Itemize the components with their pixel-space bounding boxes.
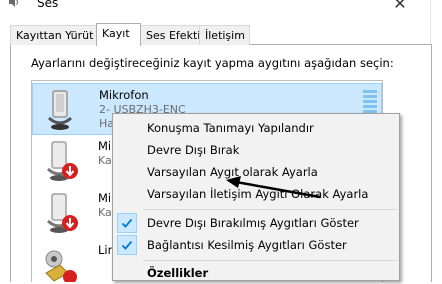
menu-item-set-default-device[interactable]: Varsayılan Aygıt olarak Ayarla [114,161,398,183]
menu-item-label: Devre Dışı Bırak [147,143,240,157]
line-in-icon [45,250,77,282]
level-bar [363,105,377,108]
microphone-disabled-icon [46,193,78,233]
menu-item-label: Varsayılan Aygıt olarak Ayarla [147,165,318,179]
tab-playback[interactable]: Kayıttan Yürüt [10,25,101,45]
checkmark-icon [117,235,137,255]
menu-separator [143,209,397,210]
menu-item-label: Bağlantısı Kesilmiş Aygıtları Göster [147,238,347,252]
instruction-text: Ayarlarını değiştireceğiniz kayıt yapma … [31,56,394,70]
menu-item-disable[interactable]: Devre Dışı Bırak [114,139,398,161]
microphone-icon [47,90,73,130]
tab-communications[interactable]: İletişim [199,25,250,45]
level-bar [363,100,377,103]
menu-item-label: Varsayılan İletişim Aygıtı Olarak Ayarla [147,187,369,201]
menu-separator [143,260,397,261]
menu-item-show-disconnected-devices[interactable]: Bağlantısı Kesilmiş Aygıtları Göster [114,234,398,256]
device-name: Mikrofon [99,88,149,102]
menu-item-set-default-communication-device[interactable]: Varsayılan İletişim Aygıtı Olarak Ayarla [114,183,398,205]
device-status: Ka [98,154,112,167]
title-bar: Ses ✕ [0,0,442,14]
device-status: Ka [98,206,112,219]
device-name: Mi [98,139,112,153]
menu-item-configure-speech[interactable]: Konuşma Tanımayı Yapılandır [114,117,398,139]
menu-item-show-disabled-devices[interactable]: Devre Dışı Bırakılmış Aygıtları Göster [114,212,398,234]
tab-recording[interactable]: Kayıt [96,23,141,46]
window-title: Ses [37,0,59,10]
menu-item-label: Konuşma Tanımayı Yapılandır [147,121,314,135]
level-bar [363,95,377,98]
checkmark-icon [117,213,137,233]
microphone-disabled-icon [46,141,78,181]
tab-sound-effects[interactable]: Ses Efekti [140,25,205,45]
menu-item-label: Devre Dışı Bırakılmış Aygıtları Göster [147,216,359,230]
device-name: Mi [98,191,112,205]
context-menu: Konuşma Tanımayı Yapılandır Devre Dışı B… [112,113,400,281]
level-bar [363,90,377,93]
speaker-icon [9,0,18,7]
close-button[interactable]: ✕ [380,0,420,13]
